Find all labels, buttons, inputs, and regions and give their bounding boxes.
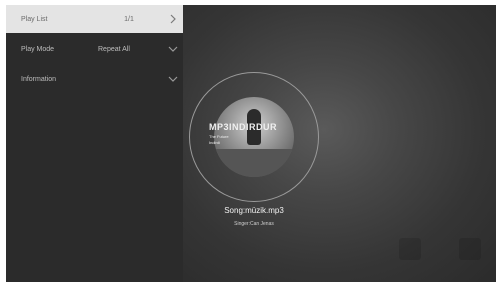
chevron-down-icon bbox=[168, 46, 178, 52]
menu-item-play-list[interactable]: Play List 1/1 bbox=[6, 5, 183, 33]
chevron-right-icon bbox=[170, 14, 176, 24]
menu-item-label: Information bbox=[21, 75, 57, 83]
album-text-line: The Future bbox=[209, 134, 229, 139]
play-mode-value: Repeat All bbox=[98, 45, 130, 53]
menu-item-play-mode[interactable]: Play Mode Repeat All bbox=[6, 35, 183, 63]
album-art-ground bbox=[214, 149, 294, 177]
faded-control-icon[interactable] bbox=[459, 238, 481, 260]
song-title: Song:müzik.mp3 bbox=[224, 206, 284, 215]
menu-item-label: Play List bbox=[21, 15, 48, 23]
album-text-line: Indirdi bbox=[209, 140, 220, 145]
chevron-down-icon bbox=[168, 76, 178, 82]
singer-name: Singer:Can Jenas bbox=[234, 221, 274, 227]
faded-control-icon[interactable] bbox=[399, 238, 421, 260]
media-player-screen: Play List 1/1 Play Mode Repeat All Infor… bbox=[6, 5, 496, 282]
menu-item-label: Play Mode bbox=[21, 45, 55, 53]
menu-item-information[interactable]: Information bbox=[6, 65, 183, 93]
now-playing-area: MP3INDIRDUR The Future Indirdi Song:müzi… bbox=[183, 5, 496, 282]
album-brand-logo: MP3INDIRDUR bbox=[209, 122, 278, 132]
sidebar-menu: Play List 1/1 Play Mode Repeat All Infor… bbox=[6, 5, 183, 282]
playlist-count: 1/1 bbox=[124, 15, 134, 23]
